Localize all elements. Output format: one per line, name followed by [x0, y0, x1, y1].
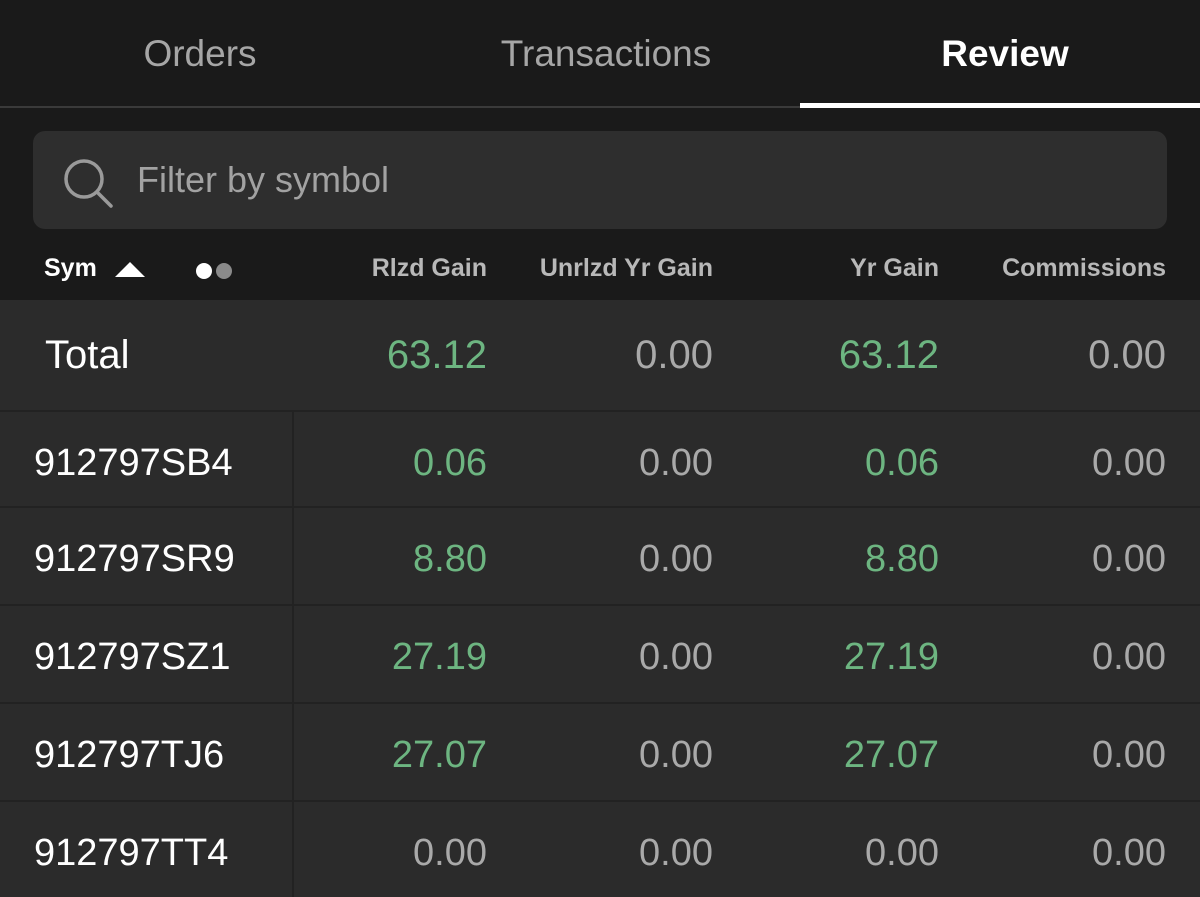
column-header-unrlzd-yr-gain[interactable]: Unrlzd Yr Gain [540, 254, 713, 283]
total-yr-gain: 63.12 [838, 333, 939, 377]
tab-orders[interactable]: Orders [0, 0, 400, 108]
search-input[interactable] [137, 131, 1147, 229]
total-row: Total 63.12 0.00 63.12 0.00 [0, 300, 1200, 410]
sort-ascending-icon[interactable] [115, 262, 145, 277]
tab-bar: Orders Transactions Review [0, 0, 1200, 108]
row-yr-gain: 0.06 [865, 442, 939, 484]
table-row[interactable]: 912797SR9 8.80 0.00 8.80 0.00 [0, 506, 1200, 604]
table-row[interactable]: 912797SB4 0.06 0.00 0.06 0.00 [0, 410, 1200, 508]
table-body: Total 63.12 0.00 63.12 0.00 912797SB4 0.… [0, 300, 1200, 897]
row-symbol: 912797TJ6 [34, 734, 225, 776]
row-yr-gain: 27.07 [843, 734, 939, 776]
active-tab-indicator [800, 103, 1200, 108]
row-rlzd-gain: 0.06 [413, 442, 487, 484]
page-dot-inactive [216, 263, 232, 279]
row-unrlzd-yr-gain: 0.00 [639, 442, 713, 484]
row-unrlzd-yr-gain: 0.00 [639, 538, 713, 580]
row-yr-gain: 0.00 [865, 832, 939, 874]
row-rlzd-gain: 27.07 [391, 734, 487, 776]
row-symbol: 912797TT4 [34, 832, 229, 874]
row-unrlzd-yr-gain: 0.00 [639, 832, 713, 874]
search-box[interactable] [33, 131, 1167, 229]
total-unrlzd-yr-gain: 0.00 [635, 333, 713, 377]
tab-review[interactable]: Review [805, 0, 1200, 108]
row-rlzd-gain: 0.00 [413, 832, 487, 874]
tab-transactions[interactable]: Transactions [406, 0, 806, 108]
page-indicator-dots[interactable] [196, 263, 236, 279]
column-header-sym[interactable]: Sym [44, 254, 97, 283]
row-commissions: 0.00 [1092, 442, 1166, 484]
row-commissions: 0.00 [1092, 636, 1166, 678]
row-symbol: 912797SZ1 [34, 636, 231, 678]
row-commissions: 0.00 [1092, 538, 1166, 580]
search-icon [64, 159, 113, 208]
table-row[interactable]: 912797TJ6 27.07 0.00 27.07 0.00 [0, 702, 1200, 800]
total-label: Total [45, 333, 130, 377]
table-header: Sym Rlzd Gain Unrlzd Yr Gain Yr Gain Com… [0, 240, 1200, 300]
total-commissions: 0.00 [1088, 333, 1166, 377]
row-rlzd-gain: 27.19 [391, 636, 487, 678]
row-yr-gain: 27.19 [843, 636, 939, 678]
column-header-rlzd-gain[interactable]: Rlzd Gain [372, 254, 487, 283]
row-rlzd-gain: 8.80 [413, 538, 487, 580]
row-commissions: 0.00 [1092, 832, 1166, 874]
table-row[interactable]: 912797TT4 0.00 0.00 0.00 0.00 [0, 800, 1200, 897]
total-rlzd-gain: 63.12 [386, 333, 487, 377]
row-unrlzd-yr-gain: 0.00 [639, 734, 713, 776]
column-header-yr-gain[interactable]: Yr Gain [850, 254, 939, 283]
symbol-column-divider [292, 410, 294, 897]
page-dot-active [196, 263, 212, 279]
table-row[interactable]: 912797SZ1 27.19 0.00 27.19 0.00 [0, 604, 1200, 702]
row-symbol: 912797SR9 [34, 538, 235, 580]
row-symbol: 912797SB4 [34, 442, 233, 484]
row-commissions: 0.00 [1092, 734, 1166, 776]
app-root: Orders Transactions Review Sym Rlzd Gain… [0, 0, 1200, 897]
column-header-commissions[interactable]: Commissions [1002, 254, 1166, 283]
row-unrlzd-yr-gain: 0.00 [639, 636, 713, 678]
row-yr-gain: 8.80 [865, 538, 939, 580]
